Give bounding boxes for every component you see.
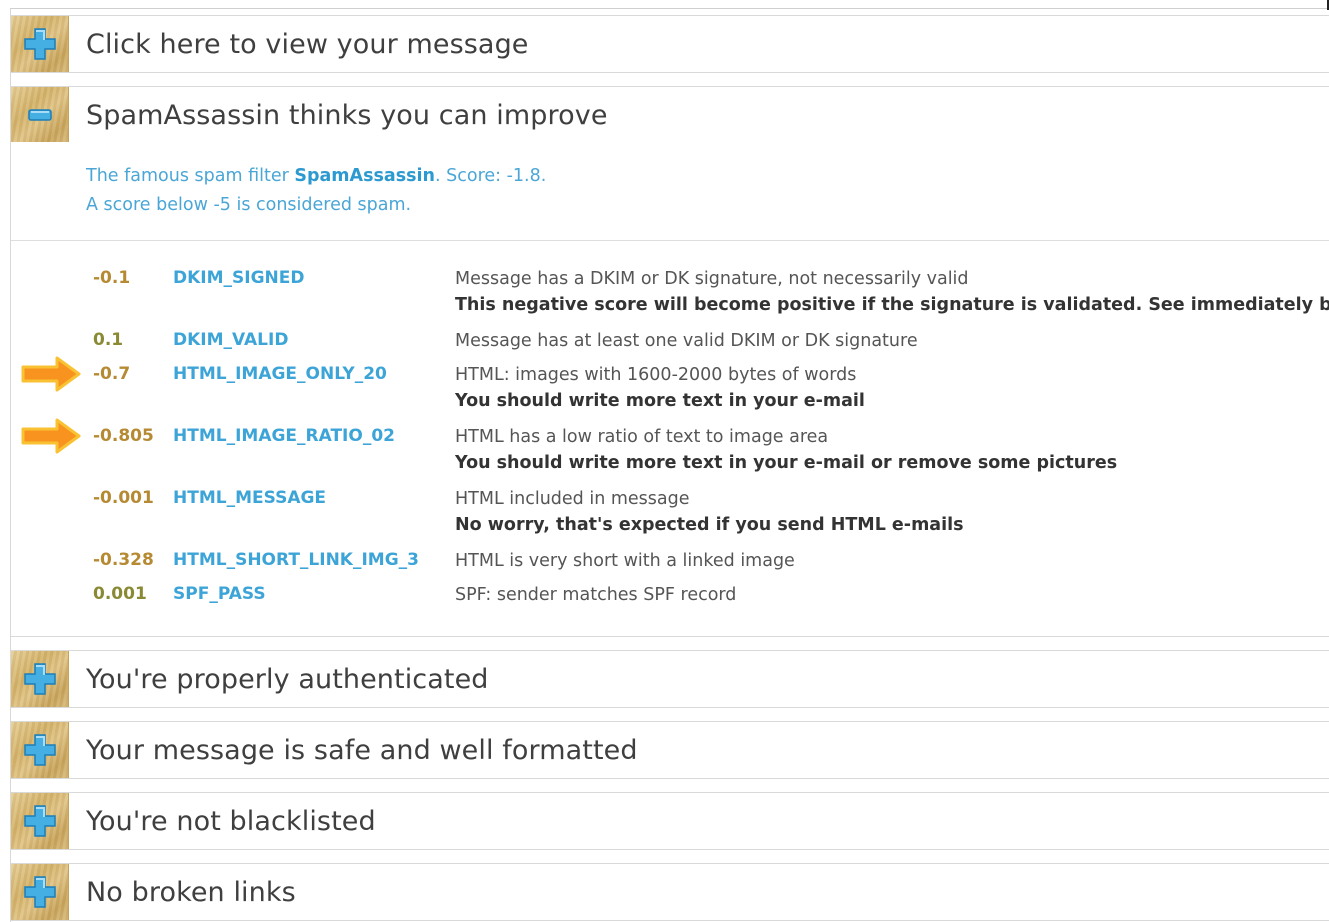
divider: [11, 240, 1329, 241]
rule-description: HTML: images with 1600-2000 bytes of wor…: [455, 365, 857, 385]
rule-description: HTML is very short with a linked image: [455, 551, 795, 571]
rule-description: SPF: sender matches SPF record: [455, 585, 737, 605]
rule-name: HTML_IMAGE_ONLY_20: [173, 364, 387, 384]
expand-toggle[interactable]: [11, 16, 69, 72]
section-title: Your message is safe and well formatted: [86, 734, 638, 766]
section-title: Click here to view your message: [86, 28, 529, 60]
arrow-icon: [21, 418, 81, 454]
rule-name: HTML_IMAGE_RATIO_02: [173, 426, 395, 446]
plus-icon: [23, 734, 56, 766]
rule-advice: No worry, that's expected if you send HT…: [455, 515, 964, 535]
rule-name: SPF_PASS: [173, 584, 266, 604]
rule-advice: You should write more text in your e-mai…: [455, 391, 865, 411]
section-title: You're not blacklisted: [86, 805, 376, 837]
expand-toggle[interactable]: [11, 651, 69, 707]
section-title: You're properly authenticated: [86, 663, 489, 695]
rule-description: HTML included in message: [455, 489, 690, 509]
section-broken-links[interactable]: No broken links: [11, 863, 1329, 921]
section-blacklisted[interactable]: You're not blacklisted: [11, 792, 1329, 850]
section-title: No broken links: [86, 876, 296, 908]
rule-score: 0.001: [93, 584, 147, 604]
rule-score: -0.1: [93, 268, 131, 288]
section-authenticated[interactable]: You're properly authenticated: [11, 650, 1329, 708]
plus-icon: [23, 876, 56, 908]
rule-score: -0.7: [93, 364, 131, 384]
expand-toggle[interactable]: [11, 793, 69, 849]
rule-name: HTML_MESSAGE: [173, 488, 327, 508]
rule-description: HTML has a low ratio of text to image ar…: [455, 427, 829, 447]
expand-toggle[interactable]: [11, 722, 69, 778]
rule-advice: You should write more text in your e-mai…: [455, 453, 1118, 473]
rule-score: -0.328: [93, 550, 154, 570]
section-spamassassin[interactable]: SpamAssassin thinks you can improve: [11, 86, 1329, 144]
expand-toggle[interactable]: [11, 864, 69, 920]
collapse-toggle[interactable]: [11, 87, 69, 143]
rule-name: DKIM_SIGNED: [173, 268, 305, 288]
spamassassin-intro: The famous spam filter SpamAssassin. Sco…: [86, 162, 546, 220]
rule-description: Message has at least one valid DKIM or D…: [455, 331, 918, 351]
intro-text: The famous spam filter: [86, 166, 295, 186]
rule-score: 0.1: [93, 330, 124, 350]
plus-icon: [23, 805, 56, 837]
section-title: SpamAssassin thinks you can improve: [86, 99, 608, 131]
arrow-icon: [21, 356, 81, 392]
spamassassin-panel: The famous spam filter SpamAssassin. Sco…: [11, 142, 1329, 637]
rule-name: DKIM_VALID: [173, 330, 289, 350]
plus-icon: [23, 663, 56, 695]
plus-icon: [23, 28, 56, 60]
intro-score: . Score: -1.8.: [435, 166, 547, 186]
rule-score: -0.805: [93, 426, 154, 446]
rule-name: HTML_SHORT_LINK_IMG_3: [173, 550, 420, 570]
intro-brand: SpamAssassin: [294, 166, 436, 186]
section-safe-formatted[interactable]: Your message is safe and well formatted: [11, 721, 1329, 779]
rule-score: -0.001: [93, 488, 154, 508]
intro-threshold: A score below -5 is considered spam.: [86, 195, 412, 215]
rule-advice: This negative score will become positive…: [455, 295, 1329, 315]
rule-description: Message has a DKIM or DK signature, not …: [455, 269, 969, 289]
minus-icon: [27, 109, 52, 121]
section-view-message[interactable]: Click here to view your message: [11, 15, 1329, 73]
